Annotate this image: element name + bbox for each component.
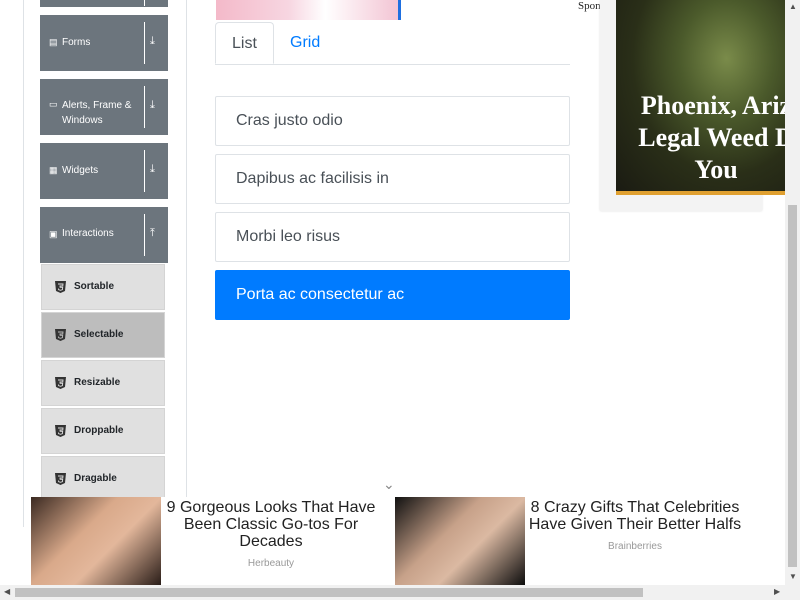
sidebar-item-label: Droppable	[74, 425, 124, 436]
sidebar-item-resizable[interactable]: Resizable	[41, 360, 165, 406]
tab-bar: List Grid	[215, 22, 570, 65]
sidebar-group-label: Alerts, Frame & Windows	[62, 100, 132, 126]
sidebar-item-label: Sortable	[74, 281, 115, 292]
sidebar-item-label: Selectable	[74, 329, 124, 340]
html5-icon	[55, 281, 66, 293]
sidebar-group-separator	[144, 150, 145, 192]
tab-grid[interactable]: Grid	[274, 22, 336, 63]
chevron-down-icon[interactable]: ⌄	[383, 476, 395, 493]
sidebar-group-label: Interactions	[62, 228, 114, 239]
html5-icon	[55, 473, 66, 485]
form-icon: ▤	[49, 37, 58, 47]
ad-card-image[interactable]	[31, 497, 161, 585]
sidebar-group-separator	[144, 0, 145, 6]
sidebar-item-droppable[interactable]: Droppable	[41, 408, 165, 454]
window-icon: ▭	[49, 99, 58, 109]
html5-icon	[55, 377, 66, 389]
sidebar-item-label: Dragable	[74, 473, 117, 484]
sponsored-label: Spon	[578, 0, 601, 12]
html5-icon	[55, 329, 66, 341]
list-item[interactable]: Dapibus ac facilisis in	[215, 154, 570, 204]
ad-headline[interactable]: Phoenix, Ariz Legal Weed D You	[616, 90, 800, 186]
download-icon[interactable]: ⤓	[150, 35, 155, 48]
ad-card-source: Herbeauty	[247, 558, 295, 569]
horizontal-scrollbar[interactable]: ◀ ▶	[0, 585, 800, 600]
upload-icon[interactable]: ⤒	[150, 227, 155, 240]
download-icon[interactable]: ⤓	[150, 163, 155, 176]
sidebar-group-separator	[144, 214, 145, 256]
sidebar-group-label: Widgets	[62, 165, 99, 176]
sidebar-group-interactions[interactable]: ▣ Interactions ⤒	[40, 207, 168, 263]
interactions-icon: ▣	[49, 229, 58, 239]
sidebar-item-sortable[interactable]: Sortable	[41, 264, 165, 310]
sidebar-item-dragable[interactable]: Dragable	[41, 456, 165, 502]
scroll-down-arrow-icon[interactable]: ▼	[789, 572, 797, 581]
ad-image[interactable]: Phoenix, Ariz Legal Weed D You	[616, 0, 800, 195]
sidebar-group-forms[interactable]: ▤ Forms ⤓	[40, 15, 168, 71]
vertical-scrollbar[interactable]: ▲ ▼	[785, 0, 800, 585]
ad-card-source: Brainberries	[608, 541, 662, 552]
scroll-up-arrow-icon[interactable]: ▲	[789, 2, 797, 11]
tab-list[interactable]: List	[215, 22, 274, 64]
widgets-icon: ▦	[49, 165, 58, 175]
list-item[interactable]: Cras justo odio	[215, 96, 570, 146]
sidebar-group-separator	[144, 22, 145, 64]
banner-image	[216, 0, 401, 20]
sidebar-group-separator	[144, 86, 145, 128]
sidebar-item-label: Resizable	[74, 377, 121, 388]
html5-icon	[55, 425, 66, 437]
sidebar-group-label: Forms	[62, 37, 91, 48]
list-item-selected[interactable]: Porta ac consectetur ac	[215, 270, 570, 320]
ad-card-title[interactable]: 8 Crazy Gifts That Celebrities Have Give…	[525, 499, 745, 533]
scrollbar-thumb[interactable]	[788, 205, 797, 567]
ad-card-title[interactable]: 9 Gorgeous Looks That Have Been Classic …	[161, 499, 381, 550]
ad-card-image[interactable]	[395, 497, 525, 585]
sidebar-group-widgets[interactable]: ▦ Widgets ⤓	[40, 143, 168, 199]
scroll-left-arrow-icon[interactable]: ◀	[4, 587, 10, 596]
scroll-right-arrow-icon[interactable]: ▶	[774, 587, 780, 596]
bottom-ad-banner: 9 Gorgeous Looks That Have Been Classic …	[31, 497, 757, 585]
list-item[interactable]: Morbi leo risus	[215, 212, 570, 262]
ad-accent-bar	[616, 191, 800, 195]
sidebar-item-selectable[interactable]: Selectable	[41, 312, 165, 358]
sidebar-group-alerts[interactable]: ▭ Alerts, Frame & Windows ⤓	[40, 79, 168, 135]
scrollbar-thumb[interactable]	[15, 588, 643, 597]
download-icon[interactable]: ⤓	[150, 99, 155, 112]
sidebar-group-elements[interactable]	[40, 0, 168, 7]
